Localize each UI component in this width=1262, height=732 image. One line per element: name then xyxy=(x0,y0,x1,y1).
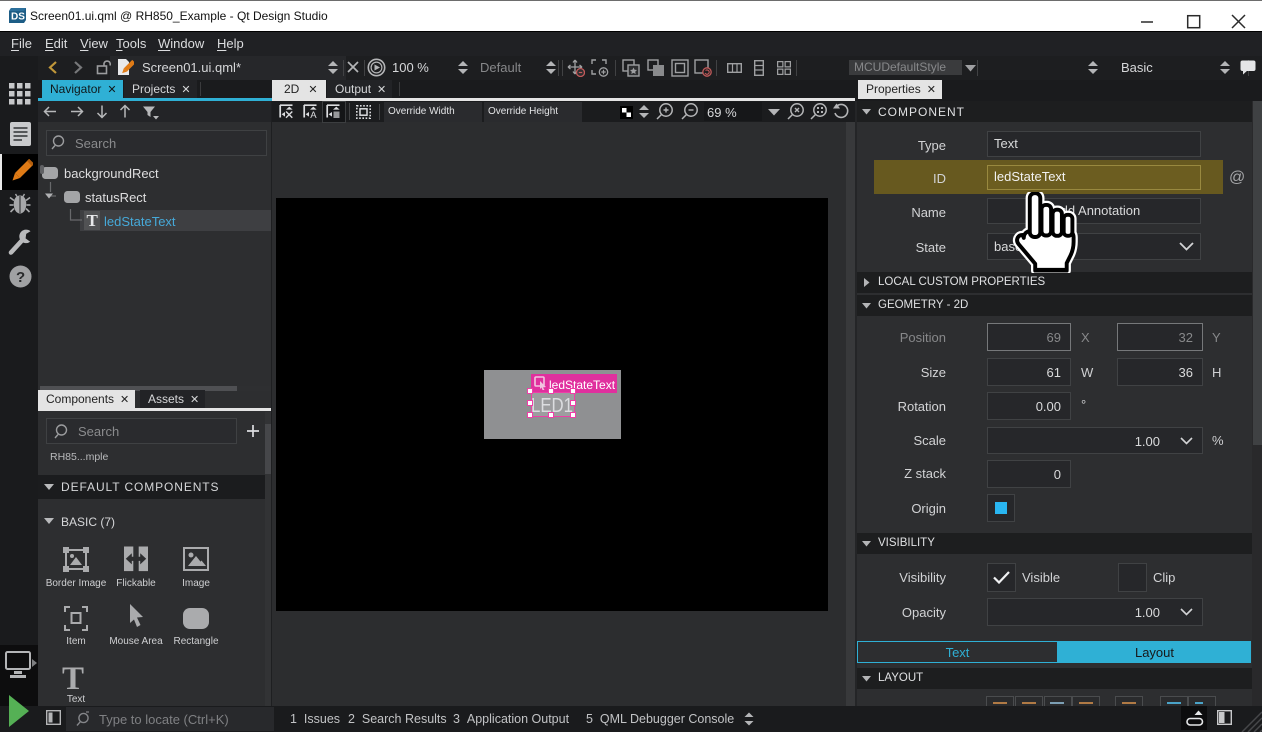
svg-text:DS: DS xyxy=(11,12,25,23)
svg-text:?: ? xyxy=(16,269,25,286)
svg-text:A: A xyxy=(310,110,317,119)
